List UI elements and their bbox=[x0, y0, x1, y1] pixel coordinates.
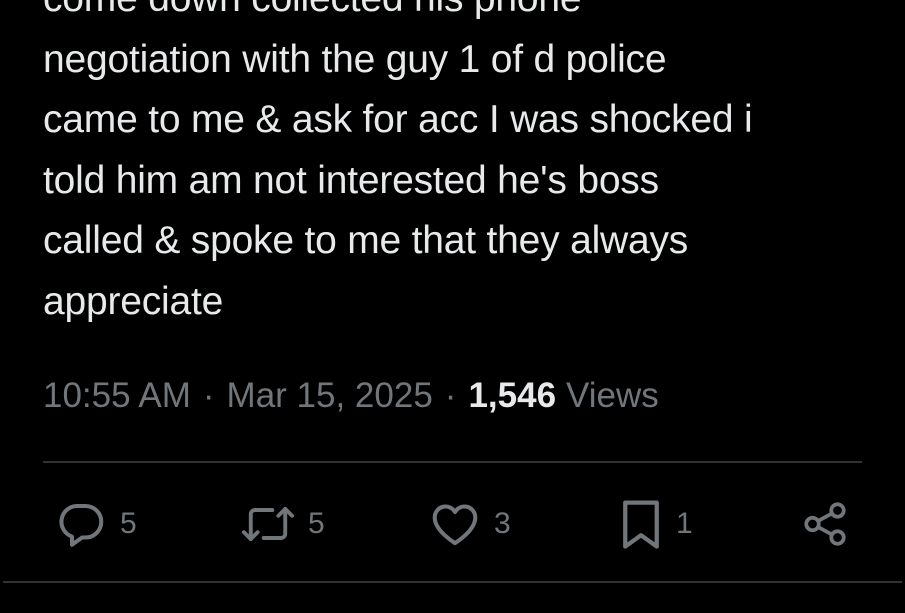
tweet-text-line: come down collected his phone bbox=[43, 0, 873, 30]
views-count[interactable]: 1,546 bbox=[468, 376, 556, 416]
bookmark-icon bbox=[618, 497, 664, 551]
tweet-text: come down collected his phone negotiatio… bbox=[43, 0, 873, 332]
tweet-date[interactable]: Mar 15, 2025 bbox=[227, 376, 433, 416]
share-button[interactable] bbox=[800, 496, 850, 552]
divider bbox=[3, 581, 902, 583]
tweet-meta: 10:55 AM · Mar 15, 2025 · 1,546 Views bbox=[43, 374, 659, 418]
bookmark-button[interactable]: 1 bbox=[618, 496, 693, 552]
divider bbox=[43, 461, 862, 463]
tweet-text-line: negotiation with the guy 1 of d police bbox=[43, 37, 667, 81]
tweet-text-line: told him am not interested he's boss bbox=[43, 158, 659, 202]
bookmark-count: 1 bbox=[676, 507, 693, 540]
tweet-text-line: appreciate bbox=[43, 279, 224, 323]
reply-icon bbox=[54, 497, 108, 551]
action-bar: 5 5 3 1 bbox=[0, 496, 905, 552]
meta-separator: · bbox=[444, 376, 457, 415]
meta-separator: · bbox=[202, 376, 215, 415]
share-icon bbox=[800, 497, 850, 551]
tweet-text-line: called & spoke to me that they always bbox=[43, 219, 689, 262]
tweet-time[interactable]: 10:55 AM bbox=[43, 376, 191, 416]
repost-button[interactable]: 5 bbox=[240, 496, 325, 552]
like-count: 3 bbox=[494, 507, 511, 540]
like-button[interactable]: 3 bbox=[428, 496, 511, 552]
repost-icon bbox=[240, 497, 296, 551]
heart-icon bbox=[428, 497, 482, 551]
reply-button[interactable]: 5 bbox=[54, 496, 137, 552]
repost-count: 5 bbox=[308, 507, 325, 540]
reply-count: 5 bbox=[120, 507, 137, 540]
views-label[interactable]: Views bbox=[566, 376, 659, 416]
tweet-text-line: came to me & ask for acc I was shocked i bbox=[43, 98, 753, 141]
